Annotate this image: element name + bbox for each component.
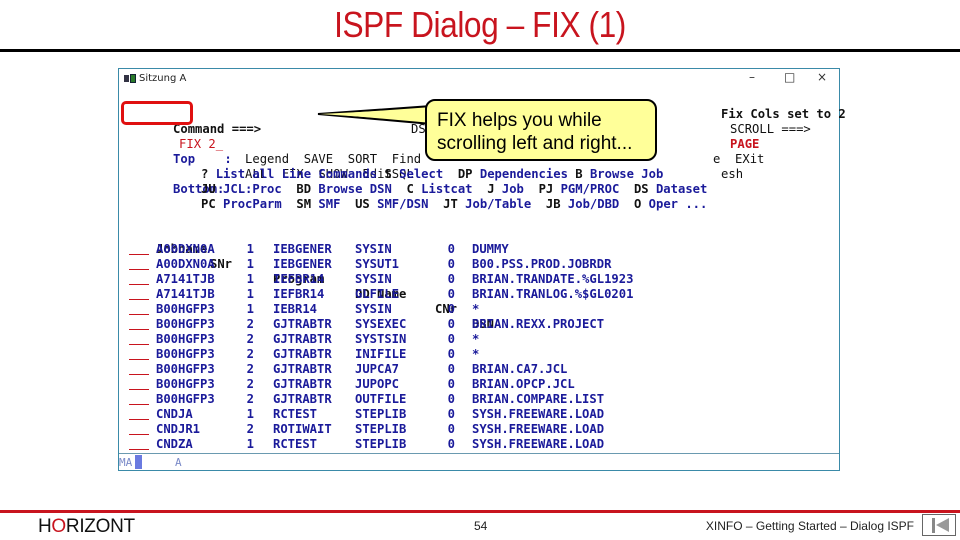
page-number: 54 bbox=[474, 519, 488, 533]
callout-line-2: scrolling left and right... bbox=[437, 133, 633, 154]
first-page-button[interactable] bbox=[922, 514, 956, 536]
footer-divider bbox=[0, 510, 960, 513]
callout-bubble: FIX helps you while scrolling left and r… bbox=[425, 99, 657, 161]
callout-line-1: FIX helps you while bbox=[437, 110, 602, 131]
horizont-logo: HORIZONT bbox=[38, 516, 135, 537]
footer-caption: XINFO – Getting Started – Dialog ISPF bbox=[705, 519, 914, 533]
callout-pointer bbox=[317, 104, 440, 126]
